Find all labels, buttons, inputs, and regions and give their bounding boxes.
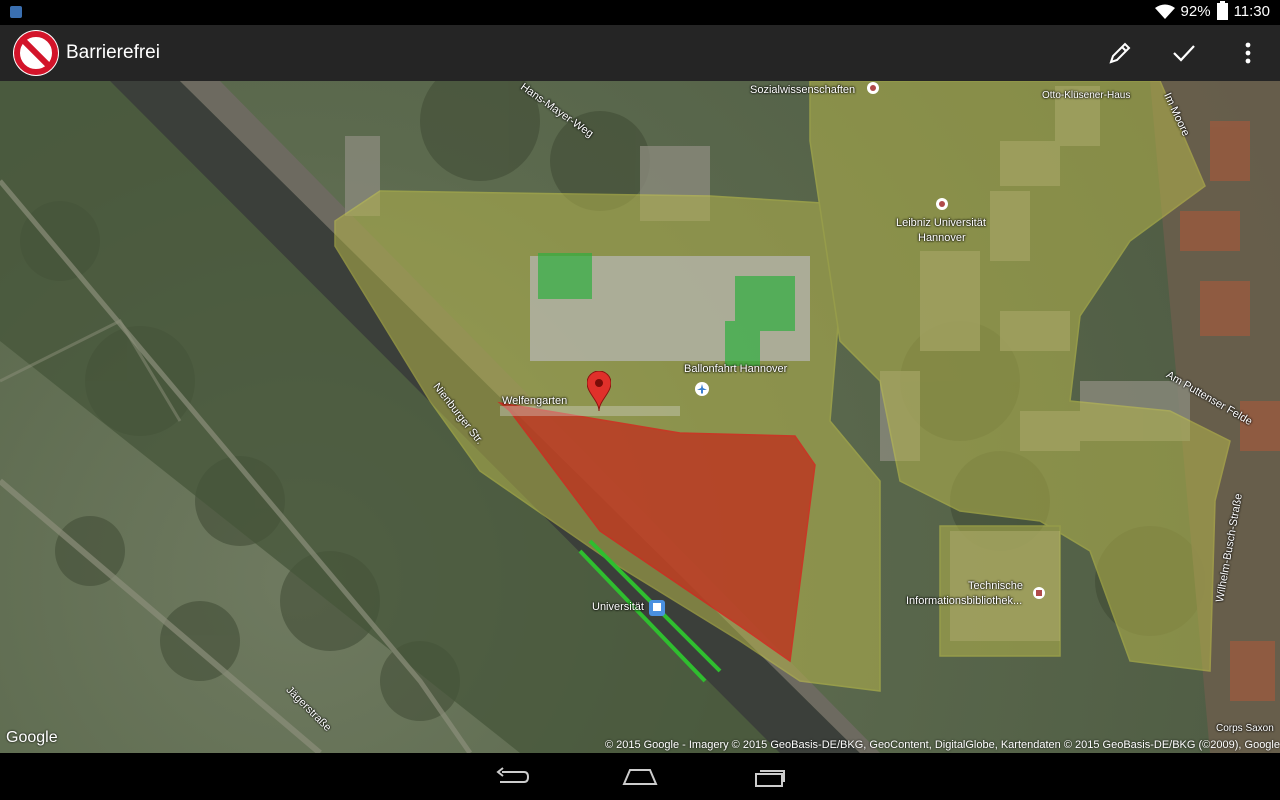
label-hannover: Hannover	[918, 232, 966, 244]
poi-icon[interactable]	[866, 81, 880, 95]
recents-icon	[755, 770, 785, 787]
label-informationsbibliothek: Informationsbibliothek...	[906, 595, 1023, 607]
back-button[interactable]	[492, 763, 532, 791]
status-bar: 92% 11:30	[0, 0, 1280, 25]
library-poi-icon[interactable]	[1032, 586, 1046, 600]
map-marker-icon[interactable]	[587, 371, 611, 411]
tram-station-icon[interactable]	[649, 600, 665, 616]
home-icon	[622, 769, 658, 785]
label-technische: Technische	[968, 580, 1024, 592]
overflow-menu-button[interactable]	[1228, 33, 1268, 73]
pencil-icon	[1109, 42, 1131, 64]
wifi-icon	[1154, 4, 1175, 19]
back-icon	[496, 767, 530, 783]
map-view[interactable]: Sozialwissenschaften Otto-Klüsener-Haus …	[0, 81, 1280, 753]
label-sozialwissenschaften: Sozialwissenschaften	[750, 84, 856, 96]
label-ballonfahrt-hannover: Ballonfahrt Hannover	[684, 363, 788, 375]
recents-button[interactable]	[748, 763, 788, 791]
clock: 11:30	[1233, 3, 1270, 20]
navigation-bar	[0, 753, 1280, 800]
status-right: 92% 11:30	[1154, 1, 1270, 20]
edit-button[interactable]	[1100, 33, 1140, 73]
action-bar: Barrierefrei	[0, 25, 1280, 81]
more-vert-icon	[1245, 42, 1251, 64]
label-otto-klusener-haus: Otto-Klüsener-Haus	[1042, 90, 1131, 101]
notification-icon	[10, 6, 22, 18]
confirm-button[interactable]	[1164, 33, 1204, 73]
home-button[interactable]	[620, 763, 660, 791]
app-title: Barrierefrei	[66, 42, 160, 63]
label-leibniz-universitat: Leibniz Universität	[896, 217, 986, 229]
check-icon	[1173, 45, 1195, 62]
google-logo: Google	[6, 729, 58, 746]
airplane-poi-icon[interactable]	[694, 381, 710, 397]
university-poi-icon[interactable]	[935, 197, 949, 211]
map-attribution[interactable]: © 2015 Google - Imagery © 2015 GeoBasis-…	[605, 739, 1280, 751]
no-entry-logo-icon[interactable]	[12, 29, 60, 77]
battery-icon	[1216, 1, 1228, 20]
battery-percent: 92%	[1180, 3, 1211, 20]
label-universitat: Universität	[592, 601, 644, 613]
satellite-imagery	[0, 81, 1280, 753]
label-corps-saxon: Corps Saxon	[1216, 723, 1274, 734]
label-welfengarten: Welfengarten	[502, 395, 568, 407]
